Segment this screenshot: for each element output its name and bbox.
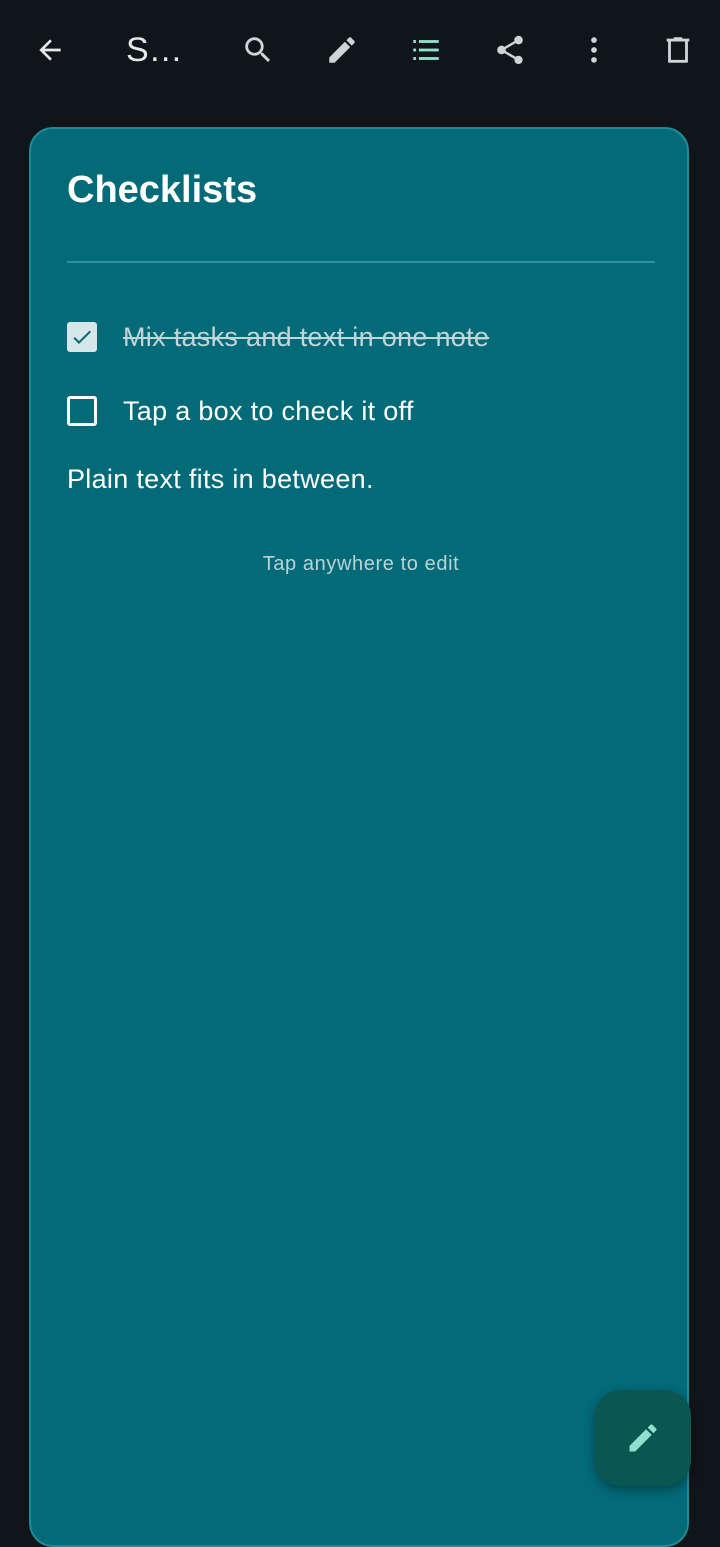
edit-hint: Tap anywhere to edit [262, 553, 460, 575]
search-icon [245, 37, 271, 63]
note-title: Checklists [67, 169, 258, 211]
checkbox-unchecked[interactable] [67, 396, 97, 426]
delete-button[interactable] [654, 26, 702, 74]
checklist-item[interactable]: Mix tasks and text in one note [67, 315, 489, 359]
trash-icon [666, 37, 690, 63]
back-arrow-icon [39, 39, 61, 61]
checklist-item-label: Tap a box to check it off [123, 395, 414, 426]
note-card[interactable]: Checklists Mix tasks and text in one not… [29, 127, 689, 1547]
top-app-bar: S… [0, 0, 720, 100]
title-divider [67, 261, 655, 263]
check-icon [73, 330, 91, 344]
pencil-icon [329, 37, 355, 63]
edit-button[interactable] [318, 26, 366, 74]
edit-fab[interactable] [595, 1390, 691, 1486]
more-options-button[interactable] [570, 26, 618, 74]
checklist-item-label: Mix tasks and text in one note [123, 321, 490, 352]
checklist-item[interactable]: Tap a box to check it off [67, 389, 414, 433]
share-icon [497, 35, 523, 65]
note-plain-text: Plain text fits in between. [67, 464, 374, 494]
back-button[interactable] [26, 26, 74, 74]
share-button[interactable] [486, 26, 534, 74]
pencil-icon [629, 1424, 657, 1452]
checklist-mode-button[interactable] [402, 26, 450, 74]
more-vert-icon [591, 37, 597, 63]
checklist-icon [413, 40, 439, 60]
search-button[interactable] [234, 26, 282, 74]
checkbox-checked[interactable] [67, 322, 97, 352]
note-title-truncated: S… [126, 31, 183, 69]
